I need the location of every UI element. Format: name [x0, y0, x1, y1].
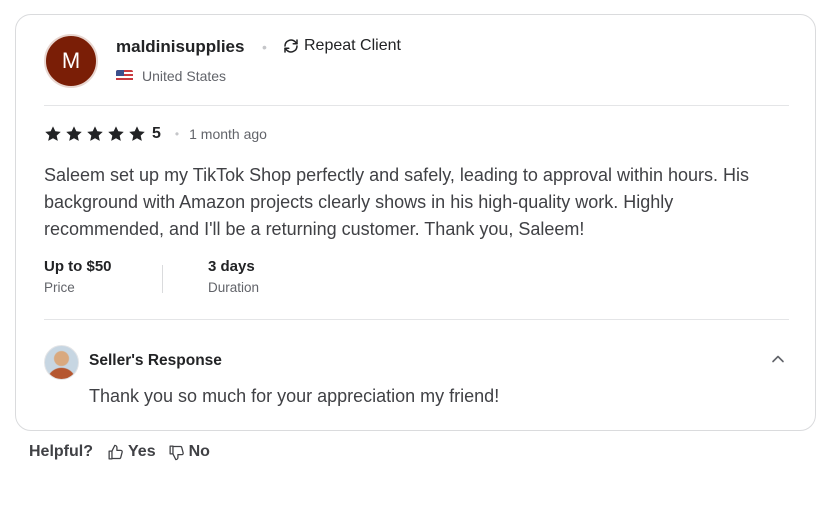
star-icon: [45, 126, 61, 141]
response-divider: [44, 319, 789, 320]
star-icon: [129, 126, 145, 141]
review-text: Saleem set up my TikTok Shop perfectly a…: [44, 165, 750, 239]
country-name: United States: [142, 68, 227, 84]
reviewer-avatar[interactable]: M: [44, 34, 98, 88]
seller-avatar: [44, 345, 79, 380]
duration-label: Duration: [208, 280, 260, 295]
seller-response-text: Thank you so much for your appreciation …: [89, 386, 500, 406]
repeat-client-badge: Repeat Client: [282, 37, 401, 55]
avatar-initial: M: [61, 48, 81, 73]
helpful-no-button[interactable]: No: [168, 443, 210, 461]
review-time: 1 month ago: [189, 126, 267, 142]
reviewer-username[interactable]: maldinisupplies: [116, 37, 244, 57]
repeat-client-label: Repeat Client: [304, 37, 401, 54]
helpful-yes-label: Yes: [128, 443, 156, 460]
seller-response-title[interactable]: Seller's Response: [89, 352, 222, 370]
separator-dot: •: [262, 39, 267, 55]
helpful-row: Helpful? Yes No: [29, 443, 222, 461]
separator-dot: •: [174, 127, 180, 141]
helpful-label: Helpful?: [29, 443, 93, 460]
price-info: Up to $50 Price: [44, 258, 112, 295]
review-card: M maldinisupplies • Repeat Client United…: [15, 14, 816, 431]
helpful-yes-button[interactable]: Yes: [107, 443, 156, 461]
duration-info: 3 days Duration: [208, 258, 259, 295]
chevron-up-icon[interactable]: [770, 351, 786, 367]
star-icon: [108, 126, 124, 141]
reviewer-country: United States: [116, 68, 226, 84]
header-divider: [44, 105, 789, 106]
star-icon: [66, 126, 82, 141]
price-value: Up to $50: [44, 258, 112, 275]
thumbs-up-icon: [108, 444, 123, 460]
us-flag-icon: [116, 70, 133, 82]
thumbs-down-icon: [169, 444, 184, 460]
star-rating: [44, 125, 146, 143]
repeat-icon: [284, 39, 298, 53]
star-icon: [87, 126, 103, 141]
rating-row: 5 • 1 month ago: [44, 125, 267, 143]
meta-divider: [162, 265, 163, 293]
price-label: Price: [44, 280, 75, 295]
helpful-no-label: No: [188, 443, 210, 460]
duration-value: 3 days: [208, 258, 255, 275]
rating-value: 5: [152, 125, 161, 142]
